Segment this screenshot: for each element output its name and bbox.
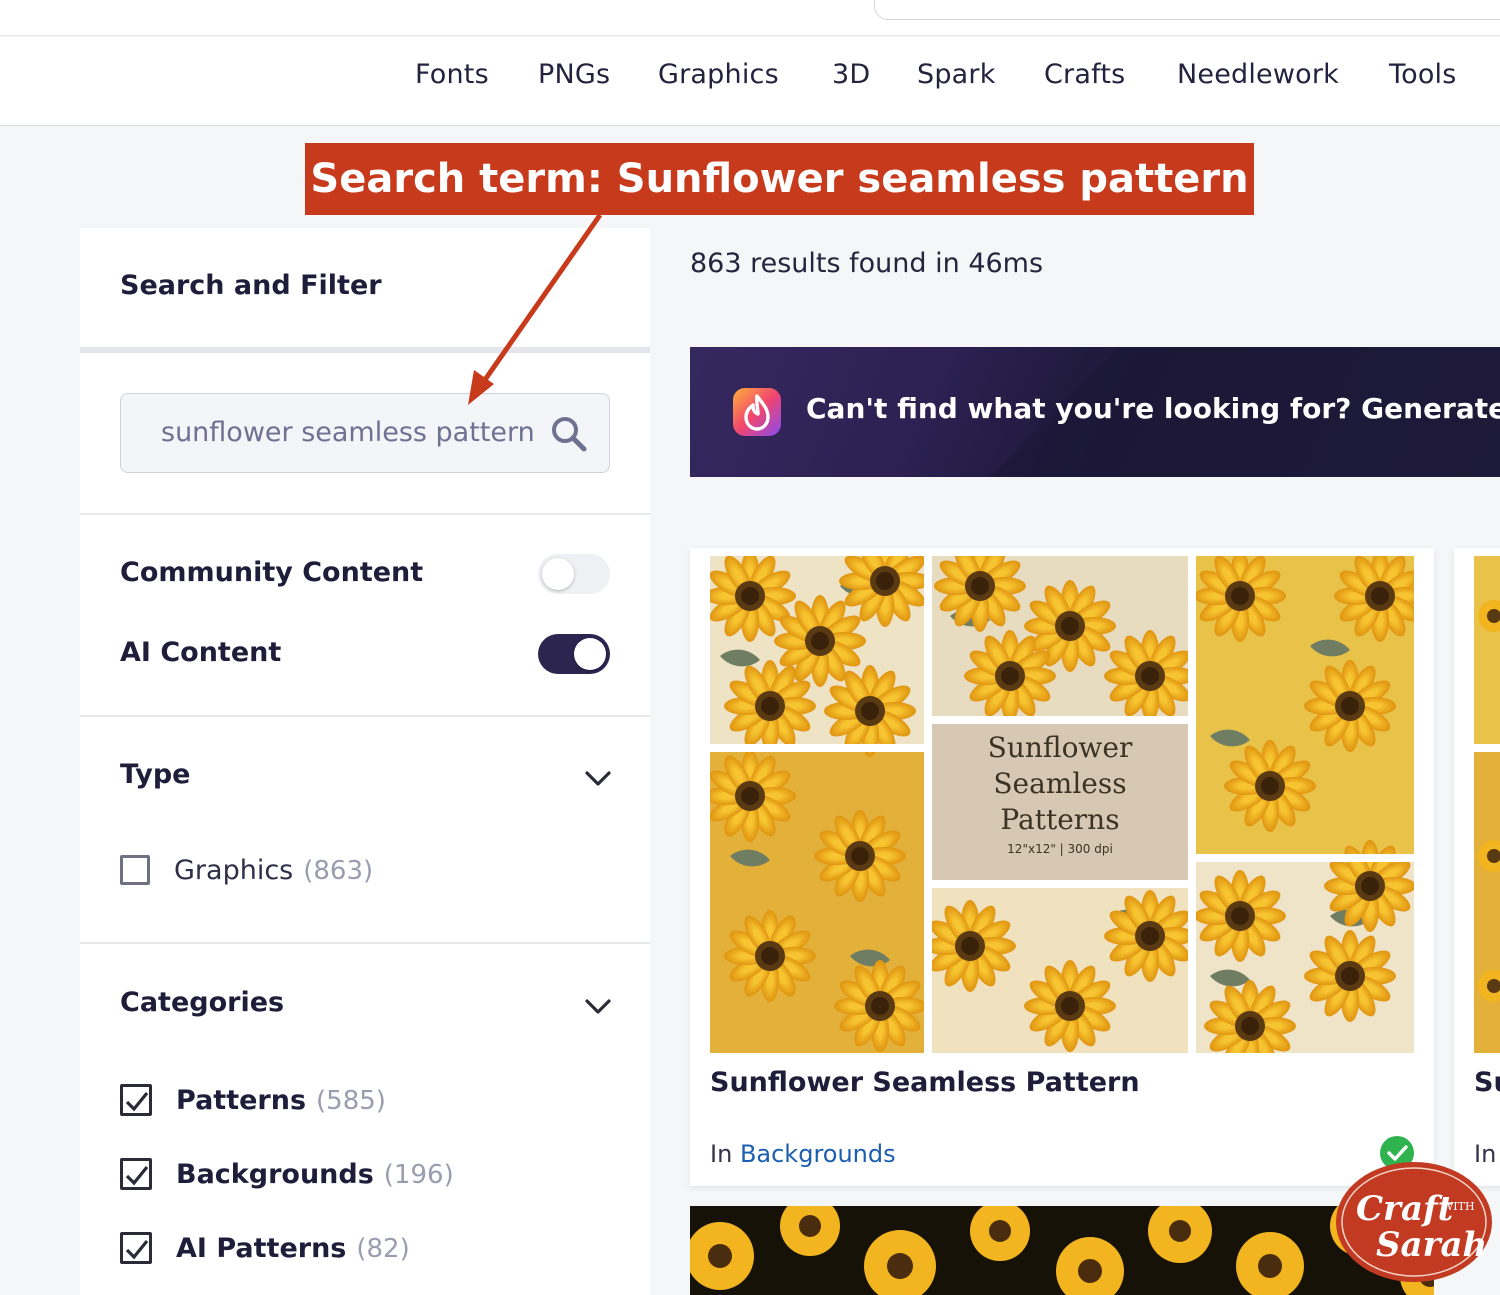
product-title[interactable]: Su [1474,1067,1500,1098]
category-option-ai-patterns[interactable]: AI Patterns (82) [120,1228,410,1268]
image-spec: 12"x12" | 300 dpi [1007,842,1113,856]
nav-item-fonts[interactable]: Fonts [415,59,489,90]
option-count: (196) [383,1159,454,1190]
divider [80,347,650,353]
toggle-knob [574,638,606,670]
category-link[interactable]: Backgrounds [740,1140,896,1168]
image-text-line: Seamless [993,767,1127,800]
product-image[interactable]: Sunflower Seamless Patterns 12"x12" | 30… [710,556,1414,1053]
nav-item-needlework[interactable]: Needlework [1177,59,1339,90]
product-image[interactable] [1474,556,1500,1053]
nav-item-3d[interactable]: 3D [832,59,870,90]
checkbox-checked[interactable] [120,1232,152,1264]
check-icon [125,1091,149,1112]
search-box[interactable] [120,393,610,473]
type-option-graphics[interactable]: Graphics (863) [120,850,373,890]
nav-item-tools[interactable]: Tools [1389,59,1457,90]
option-label: Patterns (585) [176,1084,386,1116]
ai-content-label: AI Content [120,637,282,668]
ai-content-toggle[interactable] [538,634,610,674]
top-search-bar[interactable] [874,0,1500,20]
nav-item-graphics[interactable]: Graphics [658,59,779,90]
product-image-label: Sunflower Seamless Patterns 12"x12" | 30… [932,724,1188,880]
divider [80,942,650,944]
product-card[interactable] [690,1206,1434,1295]
option-label: AI Patterns (82) [176,1232,410,1264]
option-count: (585) [316,1085,386,1116]
nav-item-spark[interactable]: Spark [917,59,996,90]
logo-text: Craft [1356,1189,1454,1229]
results-count: 863 results found in 46ms [690,248,1044,279]
banner-text: Can't find what you're looking for? Gene… [806,392,1500,425]
community-content-toggle[interactable] [538,554,610,594]
type-section-title[interactable]: Type [120,759,190,790]
product-image[interactable] [690,1206,1434,1295]
image-text-line: Sunflower [987,731,1133,764]
search-icon[interactable] [549,414,589,454]
option-count: (863) [303,855,374,886]
option-count: (82) [356,1233,410,1264]
option-label: Backgrounds (196) [176,1158,454,1190]
divider [80,513,650,515]
toggle-knob [542,558,574,590]
community-content-label: Community Content [120,557,424,588]
divider [80,715,650,717]
category-option-backgrounds[interactable]: Backgrounds (196) [120,1154,454,1194]
checkbox[interactable] [120,855,150,885]
product-card[interactable]: Sunflower Seamless Patterns 12"x12" | 30… [690,548,1434,1186]
logo-text: Sarah [1376,1225,1487,1265]
annotation-label: Search term: Sunflower seamless pattern [305,143,1254,215]
product-card[interactable]: Su In [1454,548,1500,1186]
filter-sidebar: Search and Filter Community Content AI C… [80,228,650,1295]
top-bar [0,0,1500,36]
spark-logo-icon [733,388,781,436]
main-nav: Fonts PNGs Graphics 3D Spark Crafts Need… [0,37,1500,126]
chevron-down-icon[interactable] [582,990,614,1022]
checkbox-checked[interactable] [120,1084,152,1116]
check-icon [125,1165,149,1186]
image-text-line: Patterns [1000,803,1120,836]
chevron-down-icon[interactable] [582,762,614,794]
check-icon [125,1239,149,1260]
nav-item-pngs[interactable]: PNGs [538,59,610,90]
craft-with-sarah-logo: Craft WITH Sarah [1336,1162,1492,1282]
product-category: In Backgrounds [710,1140,896,1168]
option-label: Graphics (863) [174,854,374,886]
generate-banner[interactable]: Can't find what you're looking for? Gene… [690,347,1500,477]
checkbox-checked[interactable] [120,1158,152,1190]
product-title[interactable]: Sunflower Seamless Pattern [710,1067,1140,1098]
nav-item-crafts[interactable]: Crafts [1044,59,1125,90]
category-option-patterns[interactable]: Patterns (585) [120,1080,386,1120]
categories-section-title[interactable]: Categories [120,987,284,1018]
sidebar-title: Search and Filter [120,270,382,301]
logo-text: WITH [1442,1200,1475,1213]
search-input[interactable] [161,394,533,471]
